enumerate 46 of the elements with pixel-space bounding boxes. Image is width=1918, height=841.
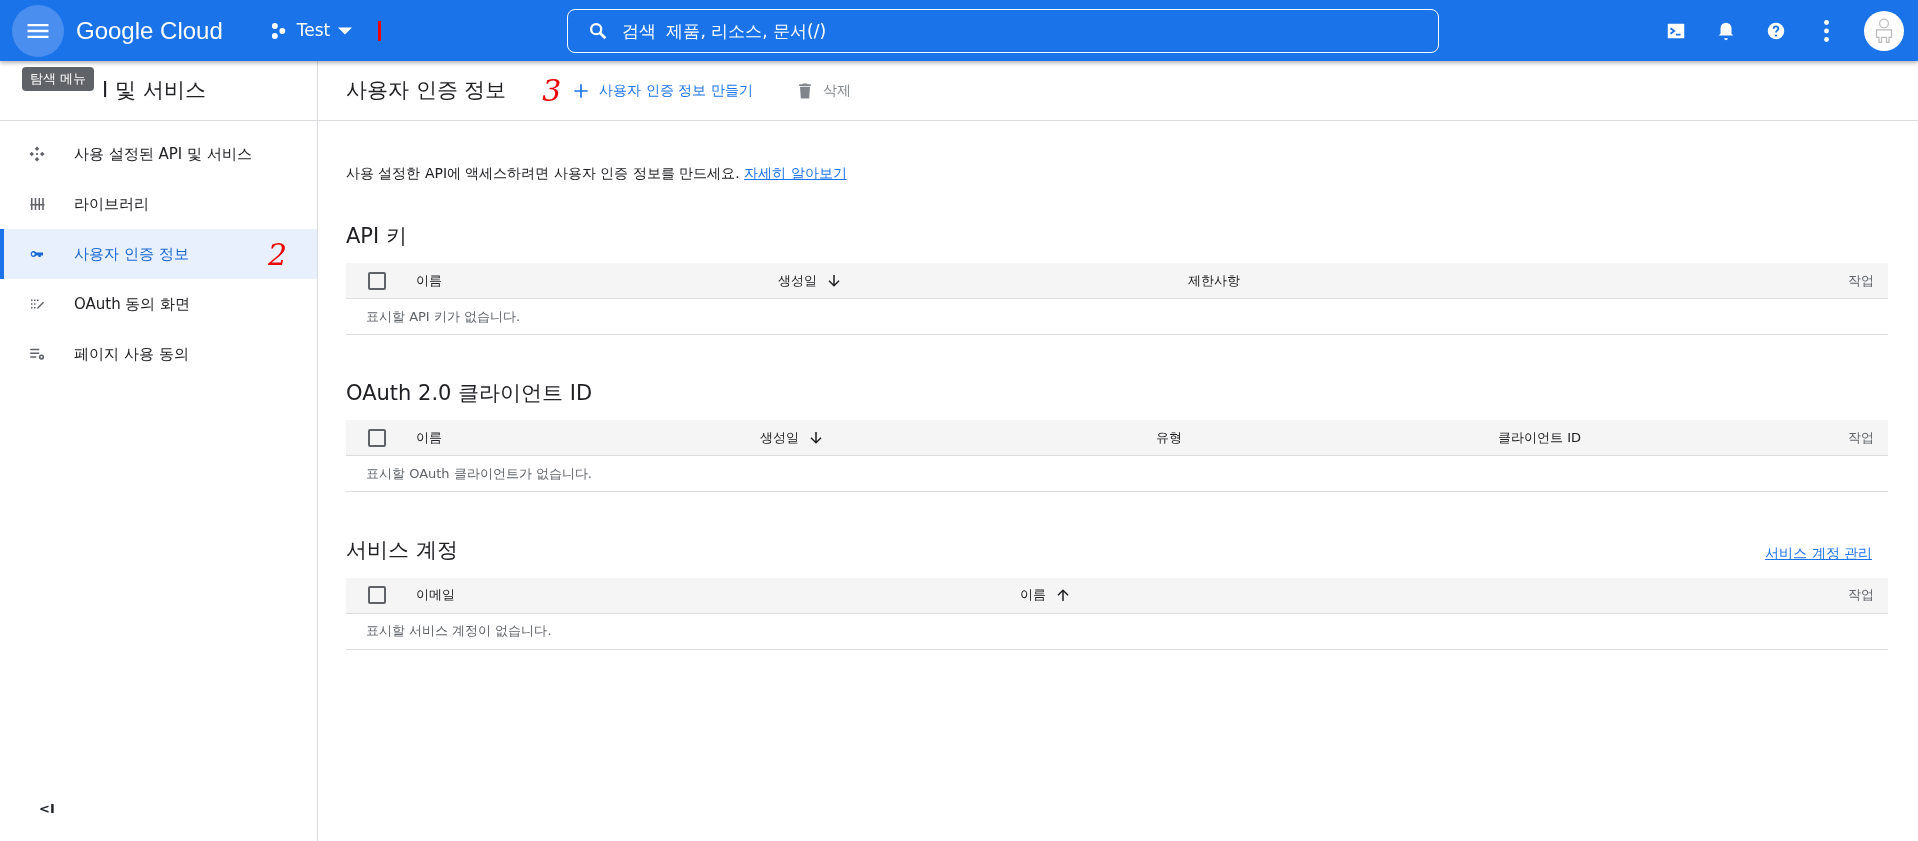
more-icon (1823, 19, 1829, 42)
column-header: 이메일 (416, 586, 455, 605)
learn-more-link[interactable]: 자세히 알아보기 (744, 165, 847, 181)
section-title: 서비스 계정 (346, 538, 458, 564)
column-header: 작업 (1847, 271, 1875, 290)
annotation-mark: 2 (267, 235, 287, 274)
sidebar-title: I 및 서비스 (102, 76, 206, 104)
checkbox[interactable] (368, 271, 386, 290)
page-title: 사용자 인증 정보 (346, 77, 507, 104)
empty-message: 표시할 서비스 계정이 없습니다. (346, 613, 1888, 650)
sidebar-item[interactable]: 사용 설정된 API 및 서비스 (0, 129, 317, 179)
column-header[interactable]: 생성일 (778, 270, 817, 291)
logo-text[interactable]: Google Cloud (76, 12, 223, 49)
column-header: 이름 (416, 429, 442, 448)
project-selector[interactable]: Test (262, 16, 359, 45)
empty-message: 표시할 OAuth 클라이언트가 없습니다. (346, 456, 1888, 493)
column-header[interactable]: 생성일 (760, 428, 799, 448)
sidebar-item[interactable]: 페이지 사용 동의 (0, 329, 317, 379)
library-icon (28, 195, 46, 213)
api-icon (28, 145, 46, 163)
create-button[interactable]: 사용자 인증 정보 만들기 (565, 79, 759, 102)
tooltip: 탐색 메뉴 (22, 67, 95, 91)
sidebar-item[interactable]: OAuth 동의 화면 (0, 279, 317, 329)
sidebar-item[interactable]: 사용자 인증 정보 2 (0, 229, 317, 279)
section-title: API 키 (346, 224, 407, 250)
menu-button[interactable] (12, 4, 64, 57)
caret-icon (338, 26, 353, 35)
column-header: 제한사항 (1188, 271, 1240, 290)
section-title: OAuth 2.0 클라이언트 ID (346, 381, 593, 407)
sidebar-item[interactable]: 라이브러리 (0, 179, 317, 229)
avatar[interactable] (1864, 10, 1904, 51)
manage-link[interactable]: 서비스 계정 관리 (1765, 542, 1872, 564)
column-header: 작업 (1847, 586, 1875, 605)
search-field[interactable]: 검색 제품, 리소스, 문서(/) (566, 8, 1439, 53)
column-header[interactable]: 이름 (1020, 585, 1046, 605)
checkbox[interactable] (368, 586, 386, 605)
column-header: 이름 (416, 271, 442, 290)
empty-message: 표시할 API 키가 없습니다. (346, 299, 1888, 336)
description: 사용 설정한 API에 액세스하려면 사용자 인증 정보를 만드세요. 자세히 알아보기 (346, 164, 848, 183)
collapse-button[interactable]: <I (26, 791, 66, 825)
annotation-mark (378, 20, 382, 41)
annotation-mark: 3 (542, 72, 562, 110)
column-header: 클라이언트 ID (1498, 429, 1581, 448)
checkbox[interactable] (368, 428, 386, 447)
column-header: 작업 (1847, 429, 1875, 448)
column-header: 유형 (1156, 429, 1182, 448)
